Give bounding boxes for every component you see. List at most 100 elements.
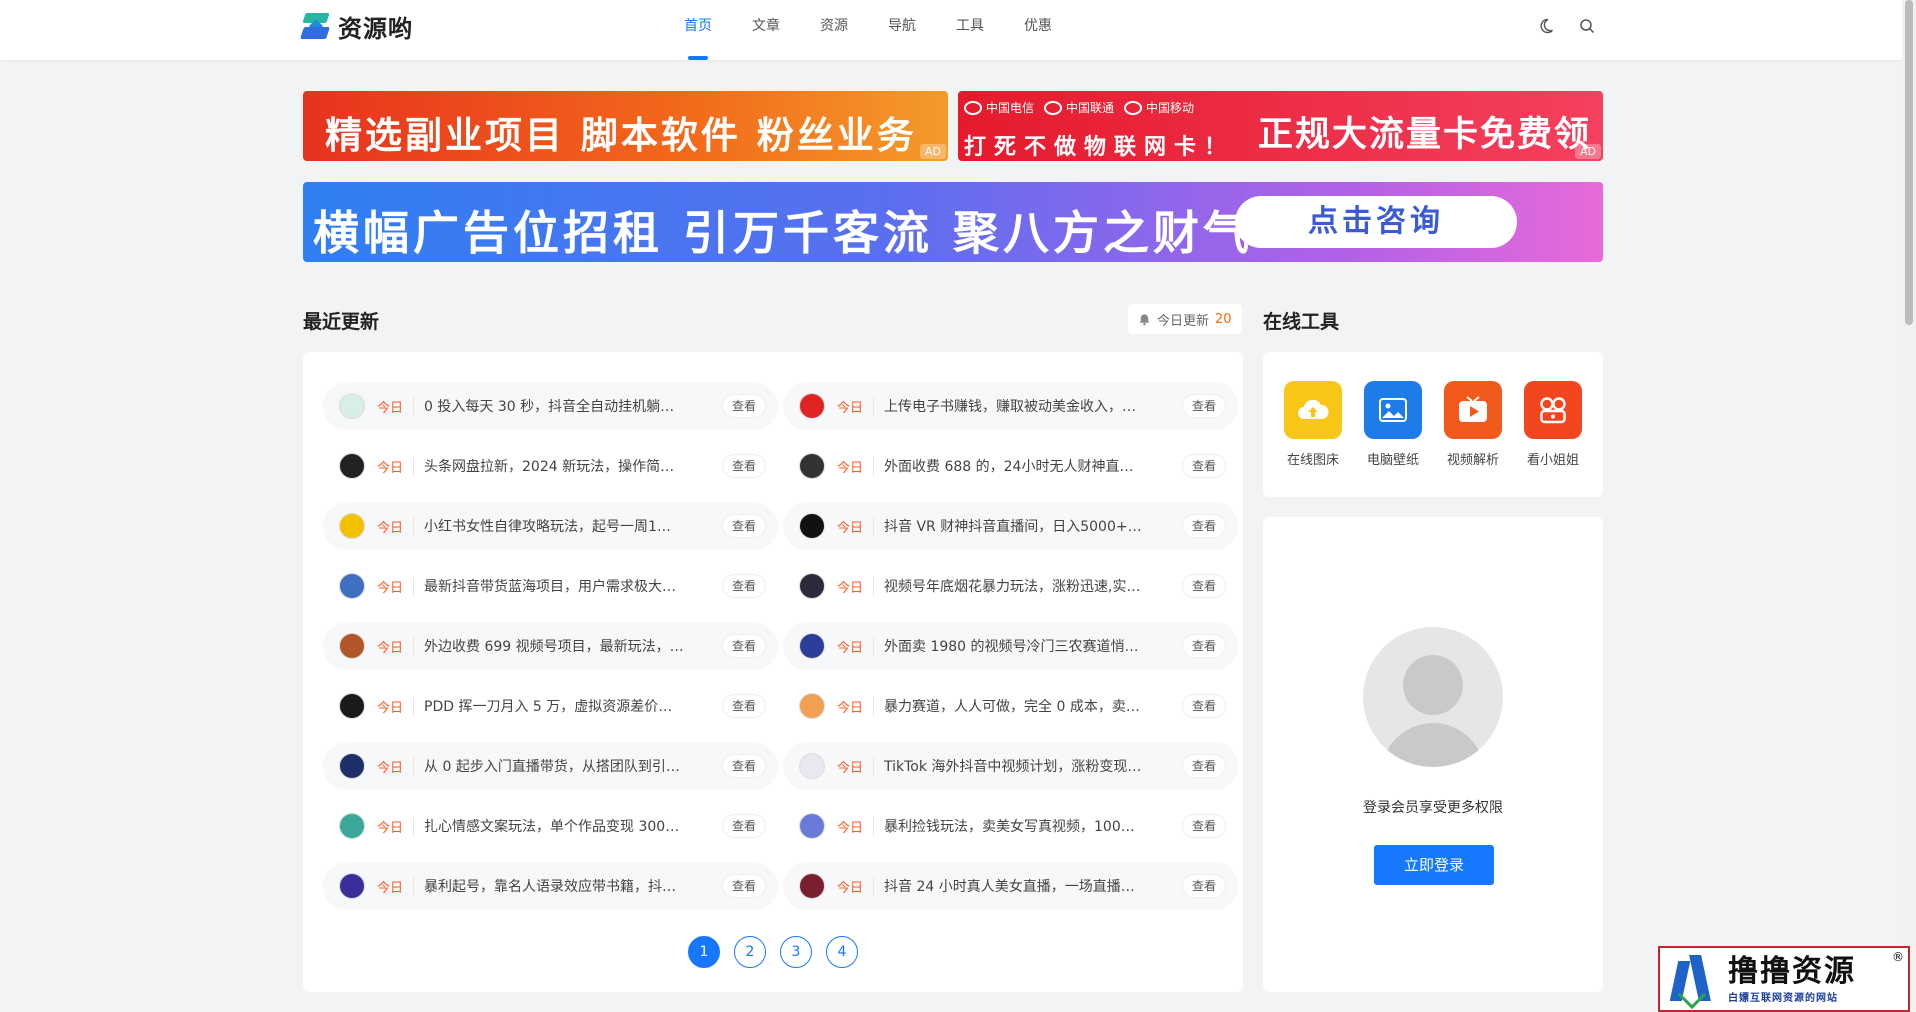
ad-banner-data-card[interactable]: 中国电信 中国联通 中国移动 打死不做物联网卡！ 正规大流量卡免费领 AD [958,91,1603,161]
watermark-title: 撸撸资源 [1728,953,1856,989]
item-thumbnail [799,393,825,419]
login-button[interactable]: 立即登录 [1374,845,1494,885]
item-title[interactable]: 抖音 VR 财神抖音直播间，日入5000+… [884,516,1144,536]
view-button[interactable]: 查看 [1182,874,1226,898]
item-title[interactable]: 上传电子书赚钱，赚取被动美金收入，… [884,396,1144,416]
list-item[interactable]: 今日 外面收费 688 的，24小时无人财神直播… 查看 [783,442,1238,490]
apps-icon [1524,381,1582,439]
list-item[interactable]: 今日 暴利起号，靠名人语录效应带书籍，抖… 查看 [323,862,778,910]
item-title[interactable]: 最新抖音带货蓝海项目，用户需求极大… [424,576,684,596]
item-title[interactable]: 外面收费 688 的，24小时无人财神直播… [884,456,1144,476]
item-date: 今日 [377,576,415,596]
site-logo[interactable]: 资源哟 [300,9,413,44]
view-button[interactable]: 查看 [722,514,766,538]
list-item[interactable]: 今日 暴力赛道，人人可做，完全 0 成本，卖… 查看 [783,682,1238,730]
item-title[interactable]: TikTok 海外抖音中视频计划，涨粉变现… [884,756,1144,776]
view-button[interactable]: 查看 [1182,394,1226,418]
list-item[interactable]: 今日 暴利捡钱玩法，卖美女写真视频，100%… 查看 [783,802,1238,850]
view-button[interactable]: 查看 [1182,574,1226,598]
item-title[interactable]: 抖音 24 小时真人美女直播，一场直播… [884,876,1144,896]
item-title[interactable]: 暴利起号，靠名人语录效应带书籍，抖… [424,876,684,896]
page-button-4[interactable]: 4 [826,936,858,968]
list-item[interactable]: 今日 头条网盘拉新，2024 新玩法，操作简单… 查看 [323,442,778,490]
view-button[interactable]: 查看 [722,694,766,718]
page-button-2[interactable]: 2 [734,936,766,968]
item-title[interactable]: 扎心情感文案玩法，单个作品变现 3000… [424,816,684,836]
list-item[interactable]: 今日 抖音 24 小时真人美女直播，一场直播… 查看 [783,862,1238,910]
list-item[interactable]: 今日 TikTok 海外抖音中视频计划，涨粉变现… 查看 [783,742,1238,790]
item-date: 今日 [377,516,415,536]
view-button[interactable]: 查看 [722,394,766,418]
item-title[interactable]: 视频号年底烟花暴力玩法，涨粉迅速,实… [884,576,1144,596]
nav-item-home[interactable]: 首页 [664,0,732,60]
view-button[interactable]: 查看 [1182,694,1226,718]
view-button[interactable]: 查看 [722,454,766,478]
item-thumbnail [339,633,365,659]
list-item[interactable]: 今日从 0 起步入门直播带货，从搭团队到引… 查看 [323,742,778,790]
item-thumbnail [339,513,365,539]
list-item[interactable]: 今日 外面卖 1980 的视频号冷门三农赛道悄… 查看 [783,622,1238,670]
list-item[interactable]: 今日 视频号年底烟花暴力玩法，涨粉迅速,实… 查看 [783,562,1238,610]
item-date: 今日 [377,396,415,416]
view-button[interactable]: 查看 [722,574,766,598]
watermark-logo: 撸撸资源 白嫖互联网资源的网站 ® [1658,946,1910,1012]
tool-video-parser[interactable]: 视频解析 [1433,381,1513,468]
nav-item-tools[interactable]: 工具 [936,0,1004,60]
item-date: 今日 [837,516,875,536]
item-title[interactable]: 外面卖 1980 的视频号冷门三农赛道悄… [884,636,1144,656]
item-title[interactable]: 从 0 起步入门直播带货，从搭团队到引… [424,756,684,776]
list-item[interactable]: 今日 PDD 挥一刀月入 5 万，虚拟资源差价玩… 查看 [323,682,778,730]
scrollbar-thumb[interactable] [1905,0,1913,325]
login-card: 登录会员享受更多权限 立即登录 [1263,517,1603,992]
item-title[interactable]: 外边收费 699 视频号项目，最新玩法，… [424,636,684,656]
list-item[interactable]: 今日 小红书女性自律攻略玩法，起号一周1W… 查看 [323,502,778,550]
view-button[interactable]: 查看 [1182,634,1226,658]
ad-banner-for-rent[interactable]: 横幅广告位招租 引万千客流 聚八方之财气 点击咨询 [303,182,1603,262]
play-icon [1444,381,1502,439]
list-item[interactable]: 今日 上传电子书赚钱，赚取被动美金收入，… 查看 [783,382,1238,430]
tool-watch-videos[interactable]: 看小姐姐 [1513,381,1593,468]
page-button-1[interactable]: 1 [688,936,720,968]
item-title[interactable]: 暴利捡钱玩法，卖美女写真视频，100%… [884,816,1144,836]
tool-image-hosting[interactable]: 在线图床 [1273,381,1353,468]
item-title[interactable]: 0 投入每天 30 秒，抖音全自动挂机躺赚… [424,396,684,416]
list-item[interactable]: 今日 0 投入每天 30 秒，抖音全自动挂机躺赚… 查看 [323,382,778,430]
page-button-3[interactable]: 3 [780,936,812,968]
page-scrollbar[interactable] [1902,0,1916,1012]
list-item[interactable]: 今日 抖音 VR 财神抖音直播间，日入5000+… 查看 [783,502,1238,550]
list-item[interactable]: 今日 外边收费 699 视频号项目，最新玩法，… 查看 [323,622,778,670]
view-button[interactable]: 查看 [1182,814,1226,838]
view-button[interactable]: 查看 [1182,514,1226,538]
item-date: 今日 [837,696,875,716]
view-button[interactable]: 查看 [722,814,766,838]
item-title[interactable]: PDD 挥一刀月入 5 万，虚拟资源差价玩… [424,696,684,716]
view-button[interactable]: 查看 [722,634,766,658]
view-button[interactable]: 查看 [1182,754,1226,778]
item-thumbnail [799,453,825,479]
moon-icon[interactable] [1536,16,1556,36]
item-date: 今日 [837,576,875,596]
item-thumbnail [799,873,825,899]
item-thumbnail [339,393,365,419]
view-button[interactable]: 查看 [722,754,766,778]
watermark-icon [1668,951,1724,1010]
item-date: 今日 [837,756,875,776]
ad-banner-side-jobs[interactable]: 精选副业项目 脚本软件 粉丝业务 AD [303,91,948,161]
nav-item-articles[interactable]: 文章 [732,0,800,60]
nav-item-navigation[interactable]: 导航 [868,0,936,60]
list-item[interactable]: 今日 最新抖音带货蓝海项目，用户需求极大… 查看 [323,562,778,610]
item-title[interactable]: 头条网盘拉新，2024 新玩法，操作简单… [424,456,684,476]
logo-icon [300,11,332,43]
item-title[interactable]: 暴力赛道，人人可做，完全 0 成本，卖… [884,696,1144,716]
tool-wallpapers[interactable]: 电脑壁纸 [1353,381,1433,468]
ad-consult-button[interactable]: 点击咨询 [1235,196,1517,248]
view-button[interactable]: 查看 [722,874,766,898]
list-item[interactable]: 今日 扎心情感文案玩法，单个作品变现 3000… 查看 [323,802,778,850]
nav-item-deals[interactable]: 优惠 [1004,0,1072,60]
item-title[interactable]: 小红书女性自律攻略玩法，起号一周1W… [424,516,684,536]
nav-item-resources[interactable]: 资源 [800,0,868,60]
today-updates-badge: 今日更新 20 [1128,304,1242,334]
item-date: 今日 [377,756,415,776]
view-button[interactable]: 查看 [1182,454,1226,478]
search-icon[interactable] [1577,16,1597,36]
